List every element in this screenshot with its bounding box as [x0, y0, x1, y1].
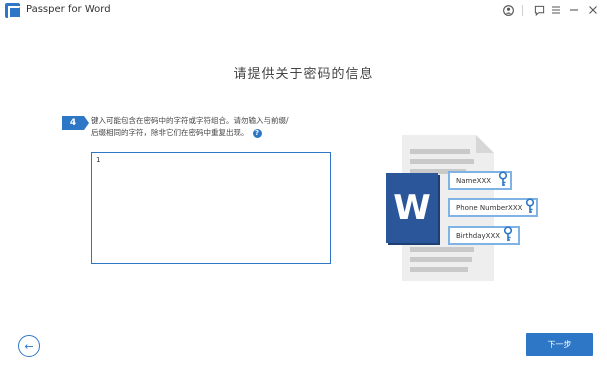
menu-icon[interactable] [548, 2, 564, 18]
help-icon[interactable]: ? [252, 128, 262, 138]
pill-label: Phone NumberXXX [456, 203, 523, 212]
doc-line [410, 159, 474, 164]
key-icon [498, 171, 508, 186]
word-illustration: W NameXXX Phone NumberXXX BirthdayXXX [385, 135, 555, 285]
doc-line [410, 247, 474, 252]
feedback-icon[interactable] [531, 2, 547, 18]
step-instruction: 键入可能包含在密码中的字符或字符组合。请勿输入与前缀/后缀相同的字符，除非它们在… [91, 115, 291, 139]
pill-label: NameXXX [456, 176, 492, 185]
titlebar-divider [522, 5, 523, 16]
key-icon [525, 198, 535, 213]
word-logo-icon: W [386, 173, 438, 243]
close-icon[interactable] [585, 2, 601, 18]
character-input[interactable]: 1 [91, 152, 331, 264]
page-title: 请提供关于密码的信息 [233, 67, 374, 82]
back-button[interactable]: ← [18, 335, 40, 357]
step-number-badge: 4 [62, 116, 89, 130]
document-fold [476, 135, 494, 153]
doc-line [410, 149, 470, 154]
app-title: Passper for Word [26, 4, 111, 15]
minimize-icon[interactable] [566, 2, 582, 18]
doc-line [410, 257, 472, 262]
app-logo-icon [5, 3, 21, 19]
key-icon [503, 226, 513, 241]
back-arrow-icon: ← [24, 339, 34, 353]
doc-line [410, 267, 468, 272]
pill-label: BirthdayXXX [456, 231, 501, 240]
next-button[interactable]: 下一步 [526, 333, 593, 356]
user-icon[interactable] [500, 2, 516, 18]
title-bar: Passper for Word [0, 0, 607, 22]
